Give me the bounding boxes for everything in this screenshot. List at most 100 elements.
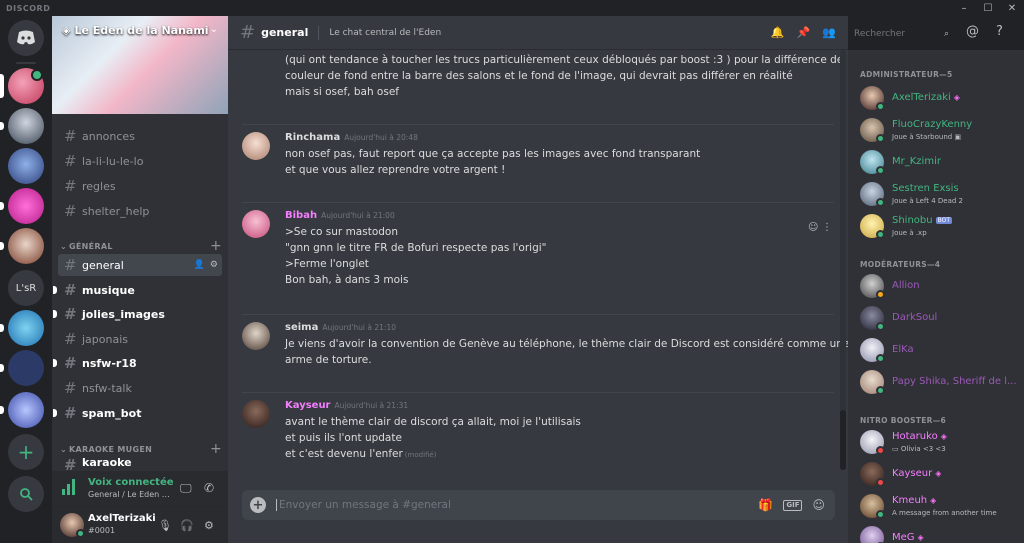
flag-icon: ▭	[892, 445, 899, 453]
message-author[interactable]: Kayseur Aujourd'hui à 21:31	[285, 400, 408, 411]
status-dot	[876, 386, 885, 395]
server-7[interactable]	[8, 310, 44, 346]
bell-icon[interactable]: 🔔	[771, 26, 785, 39]
server-8[interactable]	[8, 350, 44, 386]
message-author[interactable]: Rinchama Aujourd'hui à 20:48	[285, 132, 418, 143]
pin-icon[interactable]: 📌	[797, 26, 811, 39]
message-author[interactable]: seima Aujourd'hui à 21:10	[285, 322, 396, 333]
member-kayseur[interactable]: Kayseur ◈	[860, 460, 1020, 490]
member-hotaruko[interactable]: Hotaruko ◈ ▭ Olivia <3 <3	[860, 428, 1020, 458]
channel-musique[interactable]: # musique	[53, 279, 222, 301]
category-chevron-icon: ⌄	[60, 241, 68, 251]
member-fluocrazykenny[interactable]: FluoCrazyKenny Joue à Starbound ▣	[860, 116, 1020, 146]
member-kmeuh[interactable]: Kmeuh ◈ A message from another time	[860, 492, 1020, 522]
member-category-admin: ADMINISTRATEUR—5	[860, 70, 953, 79]
server-lsr[interactable]: L'sR	[8, 270, 44, 306]
server-9[interactable]	[8, 392, 44, 428]
member-shinobu[interactable]: Shinobu BOT Joue à .xp	[860, 212, 1020, 242]
message-line: avant le thème clair de discord ça allai…	[285, 416, 581, 428]
category-karaoke[interactable]: ⌄ KARAOKE MUGEN +	[60, 441, 222, 457]
message-divider	[242, 124, 834, 125]
channel-karaoke[interactable]: # karaoke	[58, 456, 222, 470]
channel-annonces[interactable]: # annonces	[58, 125, 222, 147]
more-options-icon[interactable]: ⋮	[822, 222, 832, 233]
server-badge-icon: ◈	[62, 24, 71, 37]
message-composer[interactable]: + Envoyer un message à #general 🎁 GIF ☺	[242, 490, 835, 520]
gear-icon[interactable]: ⚙	[204, 519, 214, 532]
voice-location[interactable]: General / Le Eden de l...	[88, 490, 174, 499]
category-general[interactable]: ⌄ GÉNÉRAL +	[60, 238, 222, 254]
channel-shelter-help[interactable]: # shelter_help	[58, 200, 222, 222]
member-category-mods: MODÉRATEURS—4	[860, 260, 941, 269]
member-allion[interactable]: Allion	[860, 272, 1020, 302]
member-sestren-exsis[interactable]: Sestren Exsis Joue à Left 4 Dead 2	[860, 180, 1020, 210]
headphones-icon[interactable]: 🎧	[180, 519, 194, 532]
category-chevron-icon: ⌄	[60, 444, 68, 454]
member-elka[interactable]: ElKa	[860, 336, 1020, 366]
invite-icon[interactable]: 👤	[194, 260, 205, 270]
server-3[interactable]	[8, 148, 44, 184]
server-5[interactable]	[8, 228, 44, 264]
members-icon[interactable]: 👥	[822, 26, 836, 39]
message-line: (qui ont tendance à toucher les trucs pa…	[285, 54, 844, 66]
channel-general[interactable]: # general 👤 ⚙	[58, 254, 222, 276]
unread-indicator	[53, 310, 57, 318]
avatar[interactable]	[242, 400, 270, 428]
channel-jolies-images[interactable]: # jolies_images	[53, 303, 222, 325]
channel-japonais[interactable]: # japonais	[58, 328, 222, 350]
server-4[interactable]	[8, 188, 44, 224]
booster-badge-icon: ◈	[940, 432, 947, 441]
emoji-icon[interactable]: ☺	[812, 498, 825, 512]
message-input[interactable]: Envoyer un message à #general	[276, 499, 451, 511]
minimize-button[interactable]: –	[952, 0, 976, 16]
add-server-button[interactable]: +	[8, 434, 44, 470]
scrollbar[interactable]	[840, 50, 846, 470]
add-reaction-icon[interactable]: ☺	[808, 222, 818, 233]
status-dot	[876, 510, 885, 519]
avatar[interactable]	[242, 210, 270, 238]
microphone-icon[interactable]: 🎙	[158, 519, 172, 532]
close-button[interactable]: ✕	[1000, 0, 1024, 16]
screen-share-icon[interactable]: 🖵	[180, 481, 192, 496]
avatar[interactable]	[242, 132, 270, 160]
booster-badge-icon: ◈	[917, 533, 924, 542]
message-timestamp: Aujourd'hui à 21:10	[322, 323, 396, 332]
message-line: arme de torture.	[285, 354, 372, 366]
gift-icon[interactable]: 🎁	[758, 498, 773, 512]
explore-servers-button[interactable]	[8, 476, 44, 512]
channel-spam-bot[interactable]: # spam_bot	[53, 402, 222, 424]
member-darksoul[interactable]: DarkSoul	[860, 304, 1020, 334]
channel-nsfw-r18[interactable]: # nsfw-r18	[53, 352, 222, 374]
add-channel-button[interactable]: +	[210, 238, 222, 254]
message-timestamp: Aujourd'hui à 21:31	[334, 401, 409, 410]
server-2[interactable]	[8, 108, 44, 144]
rich-presence-icon: ▣	[954, 133, 962, 141]
gear-icon[interactable]: ⚙	[210, 260, 218, 270]
add-channel-button[interactable]: +	[210, 441, 222, 457]
disconnect-icon[interactable]: ✆	[204, 481, 214, 495]
server-name: ◈ Le Eden de la Nanami	[62, 24, 209, 37]
upload-button[interactable]: +	[250, 497, 266, 513]
server-banner[interactable]: ◈ Le Eden de la Nanami ⌄	[52, 16, 228, 114]
member-meg[interactable]: MeG ◈	[860, 524, 1020, 543]
scrollbar-thumb[interactable]	[840, 410, 846, 470]
mentions-icon[interactable]: @	[966, 24, 979, 39]
avatar[interactable]	[242, 322, 270, 350]
message-author[interactable]: Bibah Aujourd'hui à 21:00	[285, 210, 395, 221]
gif-button[interactable]: GIF	[783, 499, 803, 511]
channel-regles[interactable]: # regles	[58, 175, 222, 197]
member-category-boosters: NITRO BOOSTER—6	[860, 416, 947, 425]
unread-indicator	[53, 359, 57, 367]
member-axelterizaki[interactable]: AxelTerizaki ◈	[860, 84, 1020, 114]
chevron-down-icon[interactable]: ⌄	[210, 24, 218, 35]
channel-nsfw-talk[interactable]: # nsfw-talk	[58, 377, 222, 399]
status-dot	[876, 322, 885, 331]
home-button[interactable]	[8, 20, 44, 56]
member-papy-shika[interactable]: Papy Shika, Sheriff de l...	[860, 368, 1020, 398]
search-input[interactable]: Rechercher ⌕	[849, 25, 953, 42]
channel-la-li-lu-le-lo[interactable]: # la-li-lu-le-lo	[58, 150, 222, 172]
help-icon[interactable]: ?	[996, 24, 1003, 39]
maximize-button[interactable]: ☐	[976, 0, 1000, 16]
member-mr-kzimir[interactable]: Mr_Kzimir	[860, 148, 1020, 178]
rail-separator	[16, 62, 36, 64]
